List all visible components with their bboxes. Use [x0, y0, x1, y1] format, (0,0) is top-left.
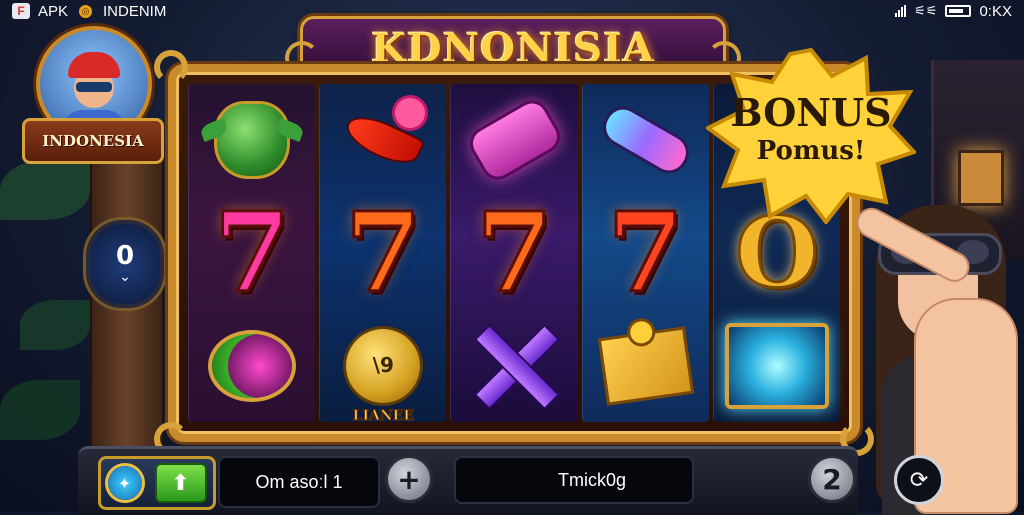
- avatar-glasses: [76, 82, 112, 92]
- plus-button[interactable]: +: [385, 455, 433, 503]
- symbol-gold-chest: [594, 314, 698, 418]
- symbol-blue-tube: [594, 88, 698, 192]
- symbol-seven: 7: [344, 187, 424, 317]
- coin-icon: ◎: [79, 4, 93, 18]
- app-label-prefix: APK: [38, 2, 69, 20]
- symbol-purple-x: [463, 314, 567, 418]
- bonus-badge[interactable]: BONUS Pomus!: [706, 48, 916, 224]
- status-time: 0:KX: [979, 2, 1012, 20]
- frame-ornament: [154, 50, 188, 84]
- wifi-icon: ⚟⚟: [914, 3, 938, 18]
- level-up-button[interactable]: ⬆: [154, 463, 207, 503]
- symbol-green-pot: [200, 88, 304, 192]
- app-icon: F: [12, 3, 30, 19]
- coin-bag-label: LIANEE: [352, 407, 414, 424]
- autoplay-button[interactable]: 2: [808, 455, 856, 503]
- bonus-subtitle: Pomus!: [756, 136, 866, 166]
- symbol-chili-rose: [331, 88, 435, 192]
- symbol-drum: [200, 314, 304, 418]
- symbol-pink-scroll: [463, 88, 567, 192]
- country-label: INDONESIA: [22, 118, 164, 164]
- symbol-seven: 7: [212, 187, 292, 317]
- bet-field[interactable]: Om asoːl 1: [218, 456, 380, 508]
- app-label-suffix: INDENIM: [103, 2, 167, 20]
- foliage: [0, 380, 80, 440]
- symbol-seven: 7: [475, 187, 555, 317]
- chevron-down-icon: ⌄: [119, 269, 131, 285]
- settings-badge-icon[interactable]: ✦: [107, 466, 142, 500]
- side-counter[interactable]: 0 ⌄: [86, 220, 164, 308]
- menu-controls[interactable]: ✦ ⬆: [98, 456, 216, 510]
- reel-1: 7: [188, 84, 316, 422]
- foliage: [0, 160, 90, 220]
- lit-window: [958, 150, 1004, 206]
- info-field[interactable]: Tmick0g: [454, 456, 694, 504]
- spin-button[interactable]: ⟳: [894, 455, 944, 505]
- symbol-seven: 7: [606, 187, 686, 317]
- bonus-title: BONUS: [730, 90, 892, 135]
- side-counter-value: 0: [115, 241, 135, 271]
- symbol-coin-bag: \9 LIANEE: [331, 314, 435, 424]
- symbol-crystal: [724, 314, 829, 418]
- reel-4: 7: [581, 84, 709, 422]
- reel-3: 7: [450, 84, 578, 422]
- spin-icon: ⟳: [909, 467, 929, 493]
- avatar-cap: [68, 52, 120, 78]
- status-bar: F APK ◎ INDENIM ⚟⚟ 0:KX: [0, 0, 1024, 22]
- signal-icon: [895, 5, 907, 17]
- foliage: [20, 300, 90, 350]
- battery-icon: [945, 5, 972, 17]
- reel-2: 7 \9 LIANEE: [319, 84, 447, 424]
